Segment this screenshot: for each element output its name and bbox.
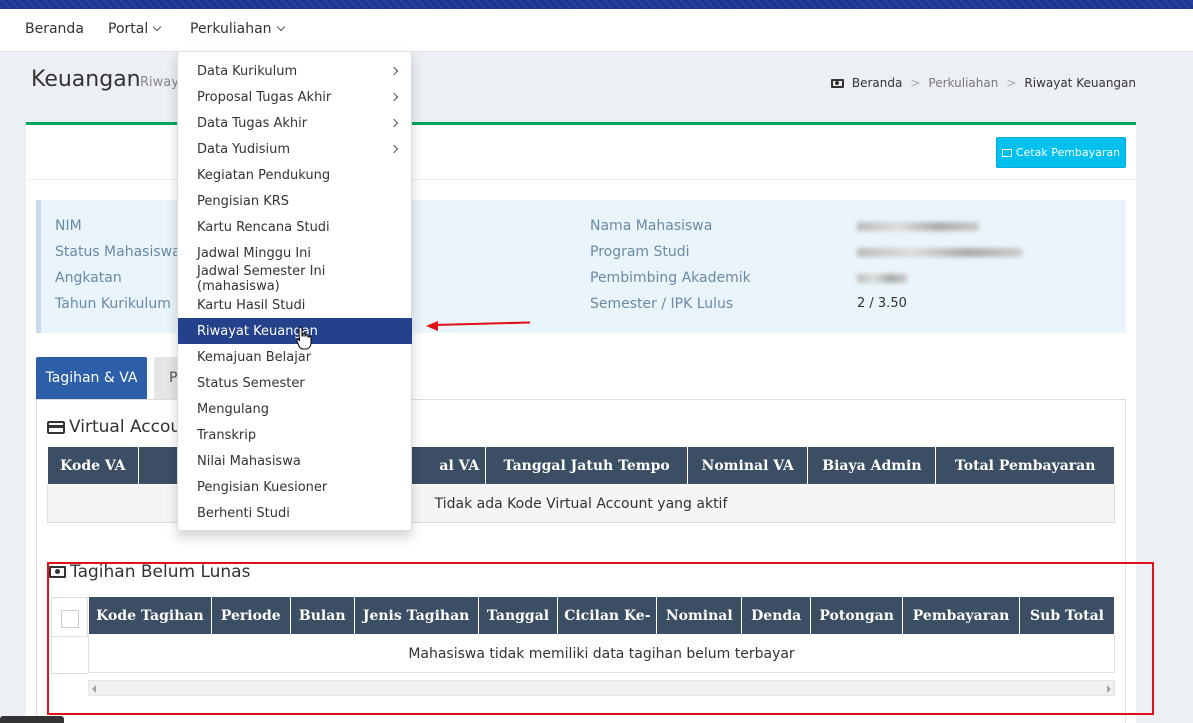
breadcrumb-separator: >	[910, 76, 921, 90]
menu-item-pengisian-kuesioner[interactable]: Pengisian Kuesioner	[178, 474, 411, 500]
nav-beranda-label: Beranda	[25, 21, 84, 37]
nav-portal[interactable]: Portal	[108, 21, 162, 37]
value-pembimbing-redacted	[857, 272, 907, 287]
col-nominal-va: Nominal VA	[686, 446, 809, 485]
annotation-highlight-box	[47, 562, 1154, 715]
menu-item-mengulang[interactable]: Mengulang	[178, 396, 411, 422]
menu-item-riwayat-keuangan[interactable]: Riwayat Keuangan	[178, 318, 412, 344]
hand-cursor-icon	[296, 326, 312, 350]
menu-item-label: Pengisian KRS	[197, 193, 290, 209]
print-payment-button[interactable]: Cetak Pembayaran	[996, 137, 1126, 168]
col-biaya-admin: Biaya Admin	[807, 446, 937, 485]
label-program-studi: Program Studi	[590, 244, 690, 260]
label-status-mahasiswa: Status Mahasiswa	[55, 244, 181, 260]
menu-item-label: Kartu Rencana Studi	[197, 219, 330, 235]
label-nim: NIM	[55, 218, 82, 234]
nav-portal-label: Portal	[108, 21, 149, 37]
nav-beranda[interactable]: Beranda	[25, 21, 84, 37]
breadcrumb-separator: >	[1006, 76, 1017, 90]
menu-item-label: Berhenti Studi	[197, 505, 290, 521]
money-icon	[830, 78, 844, 88]
menu-item-label: Data Yudisium	[197, 141, 291, 157]
chevron-right-icon	[389, 144, 399, 154]
label-pembimbing-akademik: Pembimbing Akademik	[590, 270, 751, 286]
virtual-account-heading: Virtual Accoun	[47, 417, 192, 437]
menu-item-label: Jadwal Semester Ini (mahasiswa)	[197, 264, 326, 294]
menu-item-kemajuan-belajar[interactable]: Kemajuan Belajar	[178, 344, 411, 370]
menu-item-nilai-mahasiswa[interactable]: Nilai Mahasiswa	[178, 448, 411, 474]
label-tahun-kurikulum: Tahun Kurikulum	[55, 296, 171, 312]
page-subtitle: Riway	[140, 75, 179, 90]
bottom-edge-tab	[0, 716, 64, 723]
value-nama-mahasiswa-redacted	[857, 220, 979, 235]
label-nama-mahasiswa: Nama Mahasiswa	[590, 218, 713, 234]
col-kode-va: Kode VA	[47, 446, 139, 485]
menu-item-label: Data Kurikulum	[197, 63, 298, 79]
menu-item-label: Kartu Hasil Studi	[197, 297, 306, 313]
value-semester-ipk: 2 / 3.50	[857, 296, 907, 311]
menu-item-kegiatan-pendukung[interactable]: Kegiatan Pendukung	[178, 162, 411, 188]
menu-item-transkrip[interactable]: Transkrip	[178, 422, 411, 448]
printer-icon	[1001, 148, 1012, 157]
annotation-arrow-head	[426, 321, 438, 331]
breadcrumb: Beranda > Perkuliahan > Riwayat Keuangan	[830, 76, 1136, 90]
menu-item-label: Kemajuan Belajar	[197, 349, 312, 365]
chevron-right-icon	[389, 66, 399, 76]
menu-item-data-kurikulum[interactable]: Data Kurikulum	[178, 58, 411, 84]
menu-item-label: Mengulang	[197, 401, 270, 417]
menu-item-pengisian-krs[interactable]: Pengisian KRS	[178, 188, 411, 214]
page-title: Keuangan	[31, 67, 141, 92]
menu-item-label: Status Semester	[197, 375, 305, 391]
breadcrumb-home[interactable]: Beranda	[852, 76, 902, 90]
caret-down-icon	[276, 22, 285, 32]
menu-item-label: Pengisian Kuesioner	[197, 479, 328, 495]
nav-perkuliahan-label: Perkuliahan	[190, 21, 272, 37]
breadcrumb-perkuliahan[interactable]: Perkuliahan	[928, 76, 998, 90]
menu-item-berhenti-studi[interactable]: Berhenti Studi	[178, 500, 411, 526]
credit-card-icon	[47, 420, 65, 434]
menu-item-label: Proposal Tugas Akhir	[197, 89, 332, 105]
menu-item-label: Jadwal Minggu Ini	[197, 245, 312, 261]
caret-down-icon	[152, 22, 162, 32]
value-program-studi-redacted	[857, 246, 1022, 261]
virtual-account-title: Virtual Accoun	[69, 417, 192, 437]
menu-item-kartu-rencana-studi[interactable]: Kartu Rencana Studi	[178, 214, 411, 240]
top-banner	[0, 0, 1193, 9]
menu-item-jadwal-minggu-ini[interactable]: Jadwal Minggu Ini	[178, 240, 411, 266]
label-semester-ipk: Semester / IPK Lulus	[590, 296, 734, 312]
menu-item-kartu-hasil-studi[interactable]: Kartu Hasil Studi	[178, 292, 411, 318]
col-total-pembayaran: Total Pembayaran	[935, 446, 1115, 485]
top-navbar: Beranda Portal Perkuliahan	[0, 9, 1193, 52]
menu-item-label: Nilai Mahasiswa	[197, 453, 301, 469]
chevron-right-icon	[389, 92, 399, 102]
chevron-right-icon	[389, 118, 399, 128]
menu-item-data-tugas-akhir[interactable]: Data Tugas Akhir	[178, 110, 411, 136]
label-angkatan: Angkatan	[55, 270, 122, 286]
print-payment-label: Cetak Pembayaran	[1015, 146, 1121, 159]
menu-item-proposal-tugas-akhir[interactable]: Proposal Tugas Akhir	[178, 84, 411, 110]
menu-item-status-semester[interactable]: Status Semester	[178, 370, 411, 396]
perkuliahan-dropdown-menu: Data Kurikulum Proposal Tugas Akhir Data…	[177, 51, 412, 531]
menu-item-jadwal-semester-ini[interactable]: Jadwal Semester Ini (mahasiswa)	[178, 264, 411, 294]
tab-tagihan-va[interactable]: Tagihan & VA	[36, 357, 147, 399]
breadcrumb-current: Riwayat Keuangan	[1024, 76, 1136, 90]
nav-perkuliahan[interactable]: Perkuliahan	[190, 21, 285, 37]
menu-item-label: Transkrip	[197, 427, 257, 443]
menu-item-label: Data Tugas Akhir	[197, 115, 308, 131]
menu-item-data-yudisium[interactable]: Data Yudisium	[178, 136, 411, 162]
col-tanggal-jatuh-tempo: Tanggal Jatuh Tempo	[485, 446, 688, 485]
menu-item-label: Kegiatan Pendukung	[197, 167, 331, 183]
